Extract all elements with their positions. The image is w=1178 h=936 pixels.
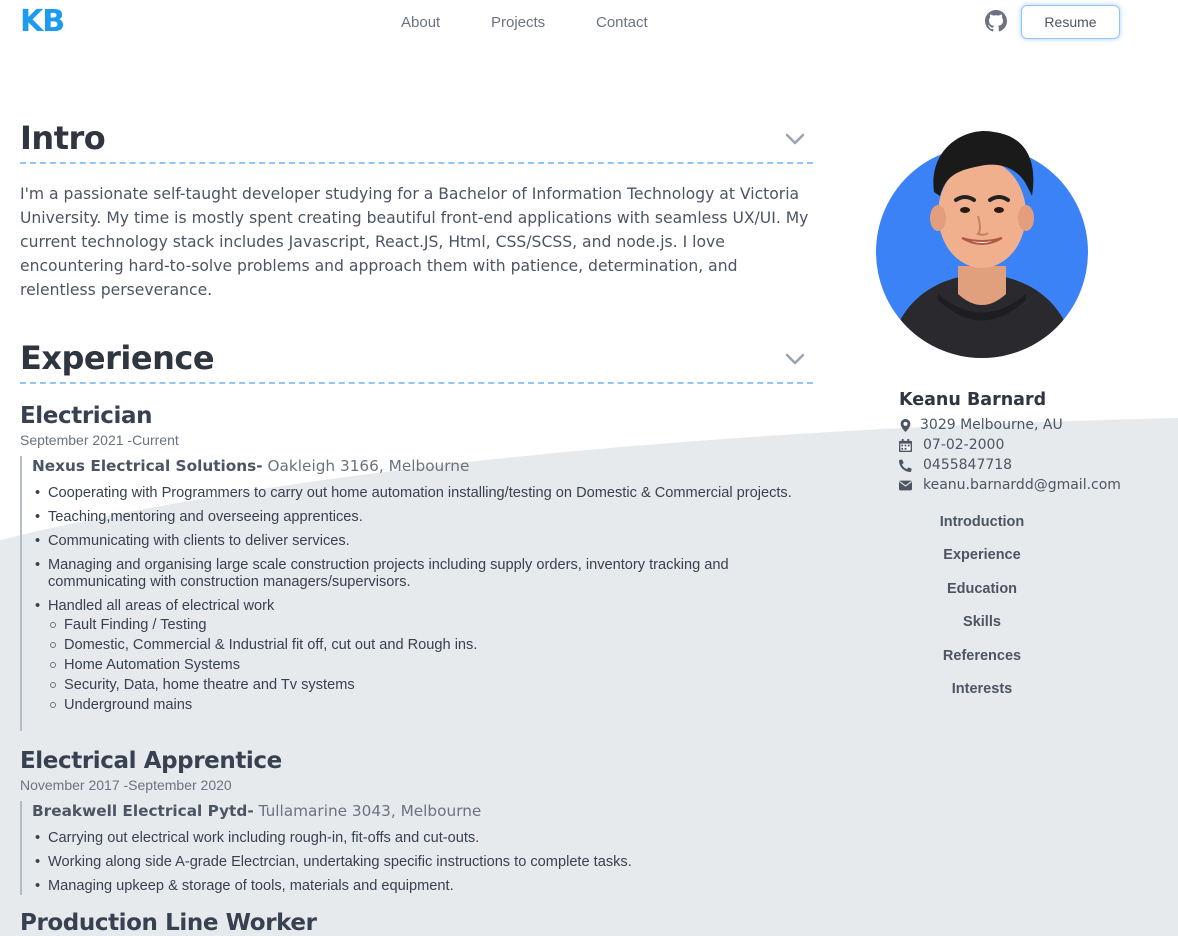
- intro-paragraph: I'm a passionate self-taught developer s…: [20, 185, 809, 299]
- envelope-icon: [899, 480, 912, 491]
- job-title: Electrician: [20, 403, 153, 429]
- duty-item-with-subitems: Handled all areas of electrical work Fau…: [35, 598, 810, 715]
- company-location: Oakleigh 3166, Melbourne: [267, 457, 470, 475]
- resume-button[interactable]: Resume: [1021, 5, 1120, 39]
- profile-avatar: [876, 130, 1088, 358]
- company-name: Breakwell Electrical Pytd-: [32, 802, 254, 820]
- sub-duty-item: Fault Finding / Testing: [48, 615, 810, 635]
- dob-text: 07-02-2000: [923, 437, 1005, 453]
- side-nav-skills[interactable]: Skills: [870, 614, 1094, 647]
- job-date: November 2017 -September 2020: [20, 777, 232, 793]
- intro-heading: Intro: [20, 119, 106, 157]
- side-nav-references[interactable]: References: [870, 648, 1094, 681]
- company-name: Nexus Electrical Solutions-: [32, 457, 263, 475]
- chevron-down-icon[interactable]: [784, 132, 806, 146]
- nav-contact-link[interactable]: Contact: [596, 14, 648, 31]
- side-nav-education[interactable]: Education: [870, 581, 1094, 614]
- github-icon[interactable]: [985, 10, 1007, 32]
- duty-item: Cooperating with Programmers to carry ou…: [35, 485, 810, 502]
- sub-duty-item: Security, Data, home theatre and Tv syst…: [48, 675, 810, 695]
- calendar-icon: [899, 439, 912, 452]
- chevron-down-icon[interactable]: [784, 352, 806, 366]
- nav-projects-link[interactable]: Projects: [491, 14, 545, 31]
- sub-duty-item: Underground mains: [48, 695, 810, 715]
- experience-divider: [20, 382, 813, 384]
- side-nav-introduction[interactable]: Introduction: [870, 514, 1094, 547]
- job-details: Nexus Electrical Solutions- Oakleigh 316…: [20, 456, 810, 731]
- company-line: Nexus Electrical Solutions- Oakleigh 316…: [32, 456, 810, 478]
- sub-duty-item: Home Automation Systems: [48, 655, 810, 675]
- nav-about-link[interactable]: About: [401, 14, 440, 31]
- map-pin-icon: [900, 419, 911, 432]
- sub-duty-item: Domestic, Commercial & Industrial fit of…: [48, 635, 810, 655]
- duty-item: Carrying out electrical work including r…: [35, 830, 810, 847]
- job-details: Breakwell Electrical Pytd- Tullamarine 3…: [20, 801, 810, 895]
- phone-icon: [899, 459, 912, 472]
- experience-heading: Experience: [20, 339, 215, 377]
- duty-item: Teaching,mentoring and overseeing appren…: [35, 509, 810, 526]
- company-location: Tullamarine 3043, Melbourne: [258, 802, 482, 820]
- job-title: Production Line Worker: [20, 910, 317, 936]
- duty-list: Carrying out electrical work including r…: [35, 830, 810, 895]
- duty-item: Managing and organising large scale cons…: [35, 557, 810, 591]
- intro-divider: [20, 162, 813, 164]
- company-line: Breakwell Electrical Pytd- Tullamarine 3…: [32, 801, 810, 823]
- site-logo[interactable]: KB: [20, 4, 65, 39]
- duty-list: Cooperating with Programmers to carry ou…: [35, 485, 810, 715]
- phone-text: 0455847718: [923, 457, 1013, 473]
- section-nav: Introduction Experience Education Skills…: [870, 514, 1094, 714]
- job-title: Electrical Apprentice: [20, 748, 282, 774]
- email-text: keanu.barnardd@gmail.com: [923, 477, 1121, 493]
- sub-duty-list: Fault Finding / Testing Domestic, Commer…: [48, 615, 810, 715]
- side-nav-experience[interactable]: Experience: [870, 547, 1094, 580]
- location-text: 3029 Melbourne, AU: [920, 417, 1063, 433]
- duty-item: Managing upkeep & storage of tools, mate…: [35, 878, 810, 895]
- duty-item: Working along side A-grade Electrcian, u…: [35, 854, 810, 871]
- duty-item: Communicating with clients to deliver se…: [35, 533, 810, 550]
- profile-name: Keanu Barnard: [899, 390, 1047, 410]
- top-navbar: KB About Projects Contact Resume: [0, 0, 1178, 48]
- job-date: September 2021 -Current: [20, 432, 179, 448]
- duty-text: Handled all areas of electrical work: [48, 598, 275, 614]
- side-nav-interests[interactable]: Interests: [870, 681, 1094, 714]
